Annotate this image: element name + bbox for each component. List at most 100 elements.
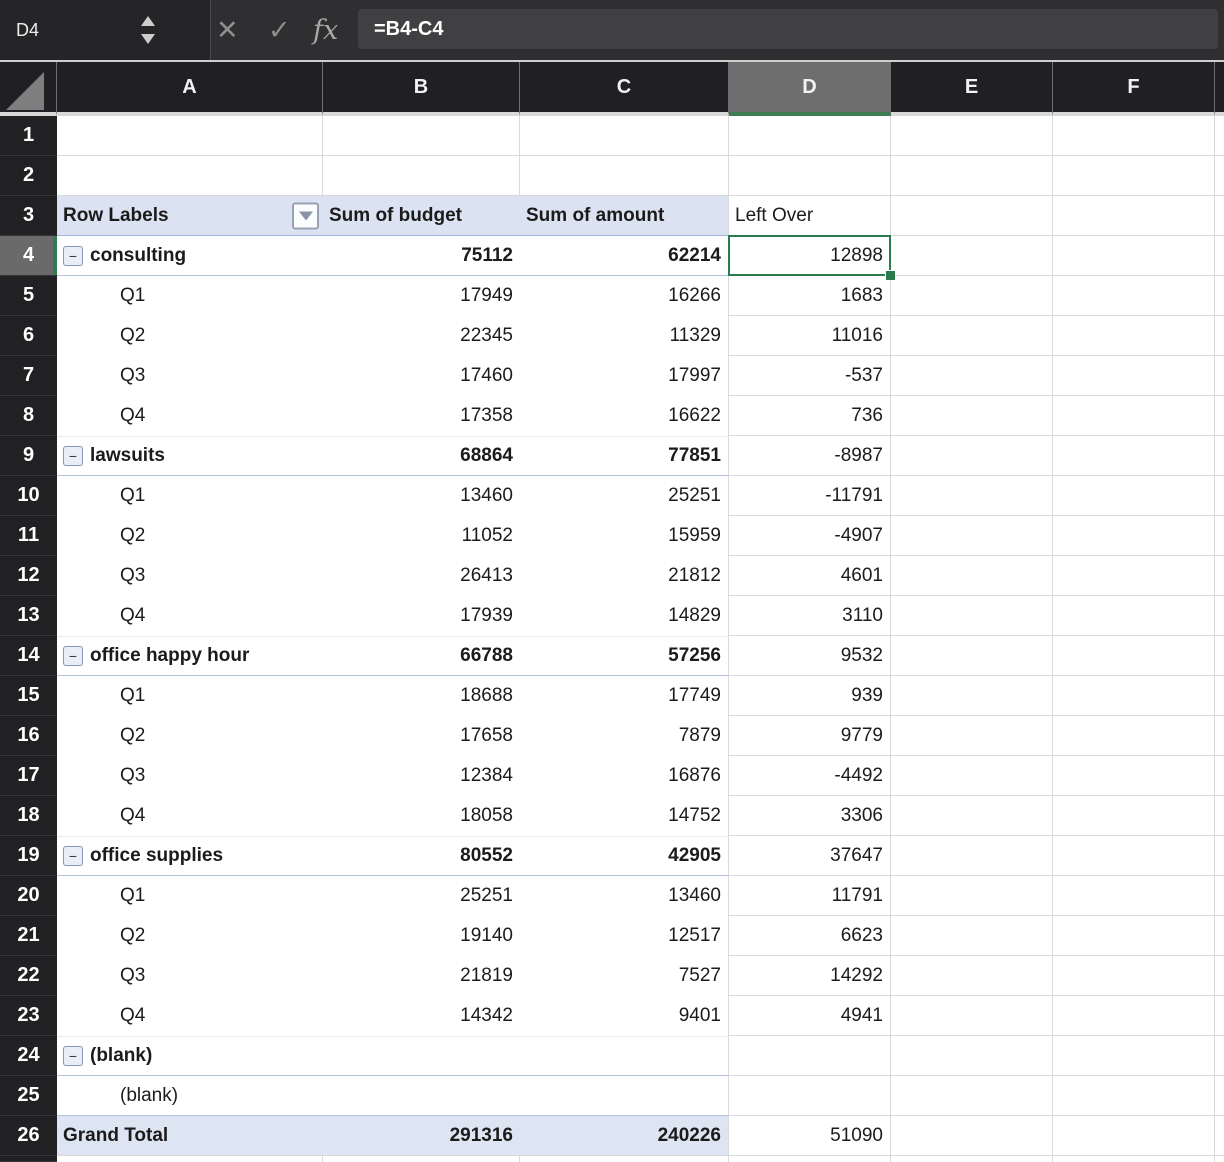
- cell-D18[interactable]: 3306: [729, 796, 891, 836]
- cell-C1[interactable]: [520, 116, 729, 156]
- cell-F11[interactable]: [1053, 516, 1215, 556]
- cell-A2[interactable]: [57, 156, 323, 196]
- name-box[interactable]: D4: [0, 0, 211, 60]
- cell-C18[interactable]: 14752: [520, 796, 729, 836]
- cell-B9[interactable]: 68864: [323, 436, 520, 476]
- fill-handle[interactable]: [885, 270, 895, 280]
- cell-D19[interactable]: 37647: [729, 836, 891, 876]
- cell-E8[interactable]: [891, 396, 1053, 436]
- cell-E1[interactable]: [891, 116, 1053, 156]
- cell-C23[interactable]: 9401: [520, 996, 729, 1036]
- cell-B4[interactable]: 75112: [323, 236, 520, 276]
- row-header-22[interactable]: 22: [0, 956, 57, 996]
- row-labels-filter-button[interactable]: [292, 202, 319, 229]
- cell-E9[interactable]: [891, 436, 1053, 476]
- cell-C11[interactable]: 15959: [520, 516, 729, 556]
- cell-E12[interactable]: [891, 556, 1053, 596]
- cell-F15[interactable]: [1053, 676, 1215, 716]
- cell-A26[interactable]: Grand Total: [57, 1116, 323, 1156]
- cell-F3[interactable]: [1053, 196, 1215, 236]
- cell-E15[interactable]: [891, 676, 1053, 716]
- cell-C22[interactable]: 7527: [520, 956, 729, 996]
- cell-E20[interactable]: [891, 876, 1053, 916]
- cell-B3[interactable]: Sum of budget: [323, 196, 520, 236]
- cell-D14[interactable]: 9532: [729, 636, 891, 676]
- cell-A3[interactable]: Row Labels: [57, 196, 323, 236]
- cell-E7[interactable]: [891, 356, 1053, 396]
- cell-B16[interactable]: 17658: [323, 716, 520, 756]
- cell-B12[interactable]: 26413: [323, 556, 520, 596]
- cell-F18[interactable]: [1053, 796, 1215, 836]
- cell-A6[interactable]: Q2: [57, 316, 323, 356]
- cell-B19[interactable]: 80552: [323, 836, 520, 876]
- column-header-B[interactable]: B: [323, 62, 520, 116]
- cell-D13[interactable]: 3110: [729, 596, 891, 636]
- collapse-button[interactable]: −: [63, 1046, 83, 1066]
- cell-F7[interactable]: [1053, 356, 1215, 396]
- cell-F26[interactable]: [1053, 1116, 1215, 1156]
- cell-F2[interactable]: [1053, 156, 1215, 196]
- cell-F25[interactable]: [1053, 1076, 1215, 1116]
- cell-D17[interactable]: -4492: [729, 756, 891, 796]
- cell-A17[interactable]: Q3: [57, 756, 323, 796]
- cell-D11[interactable]: -4907: [729, 516, 891, 556]
- cell-E26[interactable]: [891, 1116, 1053, 1156]
- cell-B18[interactable]: 18058: [323, 796, 520, 836]
- cell-E18[interactable]: [891, 796, 1053, 836]
- cell-A1[interactable]: [57, 116, 323, 156]
- column-header-C[interactable]: C: [520, 62, 729, 116]
- column-header-E[interactable]: E: [891, 62, 1053, 116]
- cell-E3[interactable]: [891, 196, 1053, 236]
- cell-D26[interactable]: 51090: [729, 1116, 891, 1156]
- column-header-F[interactable]: F: [1053, 62, 1215, 116]
- row-header-20[interactable]: 20: [0, 876, 57, 916]
- cell-C9[interactable]: 77851: [520, 436, 729, 476]
- cell-F6[interactable]: [1053, 316, 1215, 356]
- row-header-2[interactable]: 2: [0, 156, 57, 196]
- cell-B10[interactable]: 13460: [323, 476, 520, 516]
- cell-C2[interactable]: [520, 156, 729, 196]
- cell-F23[interactable]: [1053, 996, 1215, 1036]
- cell-A19[interactable]: −office supplies: [57, 836, 323, 876]
- cell-B25[interactable]: [323, 1076, 520, 1116]
- cell-E2[interactable]: [891, 156, 1053, 196]
- collapse-button[interactable]: −: [63, 446, 83, 466]
- cell-B15[interactable]: 18688: [323, 676, 520, 716]
- cell-C14[interactable]: 57256: [520, 636, 729, 676]
- cell-A21[interactable]: Q2: [57, 916, 323, 956]
- cell-D4[interactable]: 12898: [729, 236, 891, 276]
- cell-B2[interactable]: [323, 156, 520, 196]
- cell-E14[interactable]: [891, 636, 1053, 676]
- cell-A16[interactable]: Q2: [57, 716, 323, 756]
- cell-E22[interactable]: [891, 956, 1053, 996]
- cell-D3[interactable]: Left Over: [729, 196, 891, 236]
- cell-D7[interactable]: -537: [729, 356, 891, 396]
- cell-D8[interactable]: 736: [729, 396, 891, 436]
- cell-C26[interactable]: 240226: [520, 1116, 729, 1156]
- name-box-stepper[interactable]: [141, 0, 155, 60]
- row-header-18[interactable]: 18: [0, 796, 57, 836]
- cell-D1[interactable]: [729, 116, 891, 156]
- cell-C21[interactable]: 12517: [520, 916, 729, 956]
- stepper-up-icon[interactable]: [141, 16, 155, 26]
- row-header-23[interactable]: 23: [0, 996, 57, 1036]
- cell-E17[interactable]: [891, 756, 1053, 796]
- cell-E6[interactable]: [891, 316, 1053, 356]
- cell-A18[interactable]: Q4: [57, 796, 323, 836]
- cell-C25[interactable]: [520, 1076, 729, 1116]
- cell-E4[interactable]: [891, 236, 1053, 276]
- cell-C5[interactable]: 16266: [520, 276, 729, 316]
- cell-A9[interactable]: −lawsuits: [57, 436, 323, 476]
- collapse-button[interactable]: −: [63, 246, 83, 266]
- row-header-9[interactable]: 9: [0, 436, 57, 476]
- cell-E13[interactable]: [891, 596, 1053, 636]
- cell-A15[interactable]: Q1: [57, 676, 323, 716]
- cell-E11[interactable]: [891, 516, 1053, 556]
- cell-B5[interactable]: 17949: [323, 276, 520, 316]
- row-header-19[interactable]: 19: [0, 836, 57, 876]
- cell-A24[interactable]: −(blank): [57, 1036, 323, 1076]
- cell-C8[interactable]: 16622: [520, 396, 729, 436]
- row-header-21[interactable]: 21: [0, 916, 57, 956]
- cell-F5[interactable]: [1053, 276, 1215, 316]
- column-header-D[interactable]: D: [729, 62, 891, 116]
